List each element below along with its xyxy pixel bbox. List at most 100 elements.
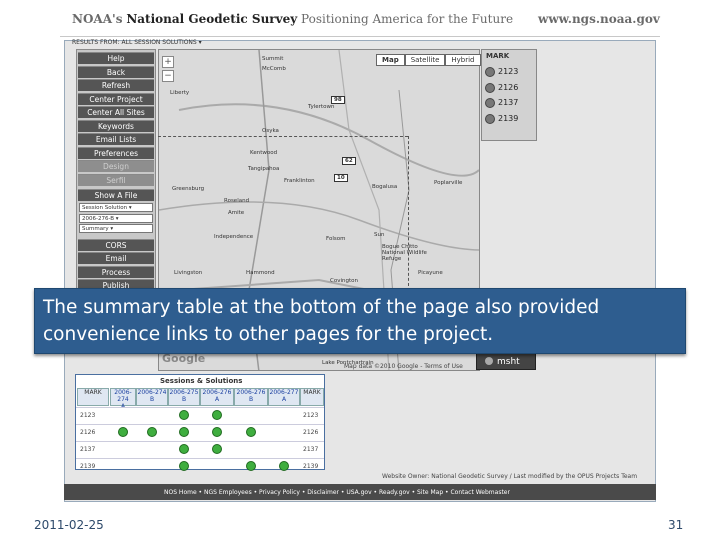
map-type-map[interactable]: Map: [376, 54, 405, 66]
mark-radio-icon[interactable]: [485, 67, 495, 77]
mark-list-item[interactable]: 2123: [482, 64, 536, 80]
summary-header-session[interactable]: 2006-274 A: [110, 388, 136, 410]
mark-list-item[interactable]: 2139: [482, 111, 536, 127]
map-place-label: Covington: [330, 278, 358, 284]
website-owner-line: Website Owner: National Geodetic Survey …: [382, 473, 638, 480]
row-mark-id-right[interactable]: 2139: [303, 463, 318, 470]
summary-table-title: Sessions & Solutions: [160, 377, 243, 385]
session-name[interactable]: 2006-276: [201, 389, 233, 396]
slide-date: 2011-02-25: [34, 518, 104, 532]
footer-links[interactable]: NOS Home • NGS Employees • Privacy Polic…: [164, 489, 510, 496]
sidebar-button-center-all-sites[interactable]: Center All Sites: [78, 106, 154, 118]
sidebar-select[interactable]: 2006-276-B ▾: [79, 213, 153, 223]
row-mark-id[interactable]: 2126: [80, 429, 95, 436]
row-mark-id[interactable]: 2139: [80, 463, 95, 470]
header-agency: NOAA's: [72, 12, 123, 26]
mark-radio-icon[interactable]: [485, 98, 495, 108]
mark-id: 2123: [498, 67, 519, 76]
results-from-select[interactable]: RESULTS FROM: ALL SESSION SOLUTIONS ▾: [72, 39, 202, 46]
sidebar-select[interactable]: Summary ▾: [79, 224, 153, 233]
sidebar-select[interactable]: Session Solution ▾: [79, 203, 153, 212]
map-data-attribution: Map data ©2010 Google - Terms of Use: [344, 363, 463, 370]
solution-present-icon[interactable]: [179, 427, 189, 437]
sidebar-button-preferences[interactable]: Preferences: [78, 146, 154, 159]
session-solution[interactable]: A: [269, 396, 299, 403]
mark-list-item[interactable]: 2126: [482, 80, 536, 96]
solution-present-icon[interactable]: [179, 410, 189, 420]
solution-present-icon[interactable]: [246, 427, 256, 437]
solution-present-icon[interactable]: [179, 444, 189, 454]
map-type-satellite[interactable]: Satellite: [404, 54, 446, 66]
mark-list-item[interactable]: 2137: [482, 95, 536, 111]
row-mark-id-right[interactable]: 2137: [303, 446, 318, 453]
map-place-label: Independence: [214, 234, 254, 240]
header-tagline: Positioning America for the Future: [301, 12, 514, 26]
solution-present-icon[interactable]: [118, 427, 128, 437]
map-place-label: Tangipahoa: [248, 166, 280, 172]
zoom-out-button[interactable]: −: [162, 70, 174, 82]
mark-id: 2137: [498, 98, 519, 107]
map-place-label: McComb: [262, 66, 286, 72]
summary-header-session[interactable]: 2006-276 A: [200, 388, 234, 406]
header-url[interactable]: www.ngs.noaa.gov: [538, 12, 660, 26]
solution-present-icon[interactable]: [147, 427, 157, 437]
sidebar-button-show-a-file[interactable]: Show A File: [78, 189, 154, 201]
map-place-label: Poplarville: [434, 180, 463, 186]
highway-shield: 62: [342, 157, 356, 165]
sidebar-button-email-lists[interactable]: Email Lists: [78, 133, 154, 145]
summary-header-mark-right: MARK: [300, 388, 324, 406]
slide-caption: The summary table at the bottom of the p…: [34, 288, 686, 354]
solution-present-icon[interactable]: [279, 461, 289, 471]
sidebar-button-back[interactable]: Back: [78, 65, 154, 78]
row-mark-id-right[interactable]: 2126: [303, 429, 318, 436]
solution-present-icon[interactable]: [212, 427, 222, 437]
solution-present-icon[interactable]: [212, 410, 222, 420]
sidebar-button-center-project[interactable]: Center Project: [78, 92, 154, 105]
map-place-label: Sun: [374, 232, 385, 238]
sidebar-button-refresh[interactable]: Refresh: [78, 79, 154, 91]
map-type-hybrid[interactable]: Hybrid: [445, 54, 481, 66]
summary-header-session[interactable]: 2006-274 B: [136, 388, 168, 406]
sidebar-button-cors[interactable]: CORS: [78, 238, 154, 251]
mark-radio-icon[interactable]: [485, 82, 495, 93]
summary-header-session[interactable]: 2006-277 A: [268, 388, 300, 406]
mark-radio-icon[interactable]: [485, 113, 495, 124]
session-name[interactable]: 2006-275: [169, 389, 199, 396]
session-name[interactable]: 2006-277: [269, 389, 299, 396]
sidebar-button-help[interactable]: Help: [78, 52, 154, 64]
state-boundary-line: [158, 136, 408, 137]
summary-header-session[interactable]: 2006-276 B: [234, 388, 268, 406]
sidebar-button-keywords[interactable]: Keywords: [78, 119, 154, 132]
map-place-label: Franklinton: [284, 178, 315, 184]
slide-page-number: 31: [668, 518, 684, 532]
table-row: [76, 407, 324, 424]
site-header: NOAA's National Geodetic Survey Position…: [0, 0, 720, 38]
solution-present-icon[interactable]: [212, 444, 222, 454]
row-mark-id[interactable]: 2137: [80, 446, 95, 453]
msht-toggle[interactable]: msht: [476, 352, 536, 370]
mark-panel-header: MARK: [486, 52, 510, 60]
table-row: [76, 441, 324, 458]
session-solution[interactable]: B: [235, 396, 267, 403]
mark-id: 2139: [498, 113, 519, 123]
row-mark-id-right[interactable]: 2123: [303, 412, 318, 419]
sidebar-button-design: Design: [78, 160, 154, 172]
summary-header-mark: MARK: [77, 388, 109, 406]
map-place-label: Tylertown: [308, 104, 335, 110]
map-place-label: Liberty: [170, 90, 190, 96]
session-name[interactable]: 2006-276: [235, 389, 267, 396]
sidebar-button-email[interactable]: Email: [78, 252, 154, 264]
zoom-in-button[interactable]: +: [162, 56, 174, 68]
mark-id: 2126: [498, 82, 519, 92]
row-mark-id[interactable]: 2123: [80, 412, 95, 419]
solution-present-icon[interactable]: [179, 461, 189, 471]
sidebar-button-process[interactable]: Process: [78, 265, 154, 278]
session-name[interactable]: 2006-274: [137, 389, 167, 396]
session-solution[interactable]: A: [201, 396, 233, 403]
summary-header-session[interactable]: 2006-275 B: [168, 388, 200, 406]
session-name[interactable]: 2006-274: [111, 389, 135, 403]
map-place-label: Bogue Chitto National Wildlife Refuge: [382, 244, 427, 262]
session-solution[interactable]: B: [169, 396, 199, 403]
session-solution[interactable]: B: [137, 396, 167, 403]
solution-present-icon[interactable]: [246, 461, 256, 471]
